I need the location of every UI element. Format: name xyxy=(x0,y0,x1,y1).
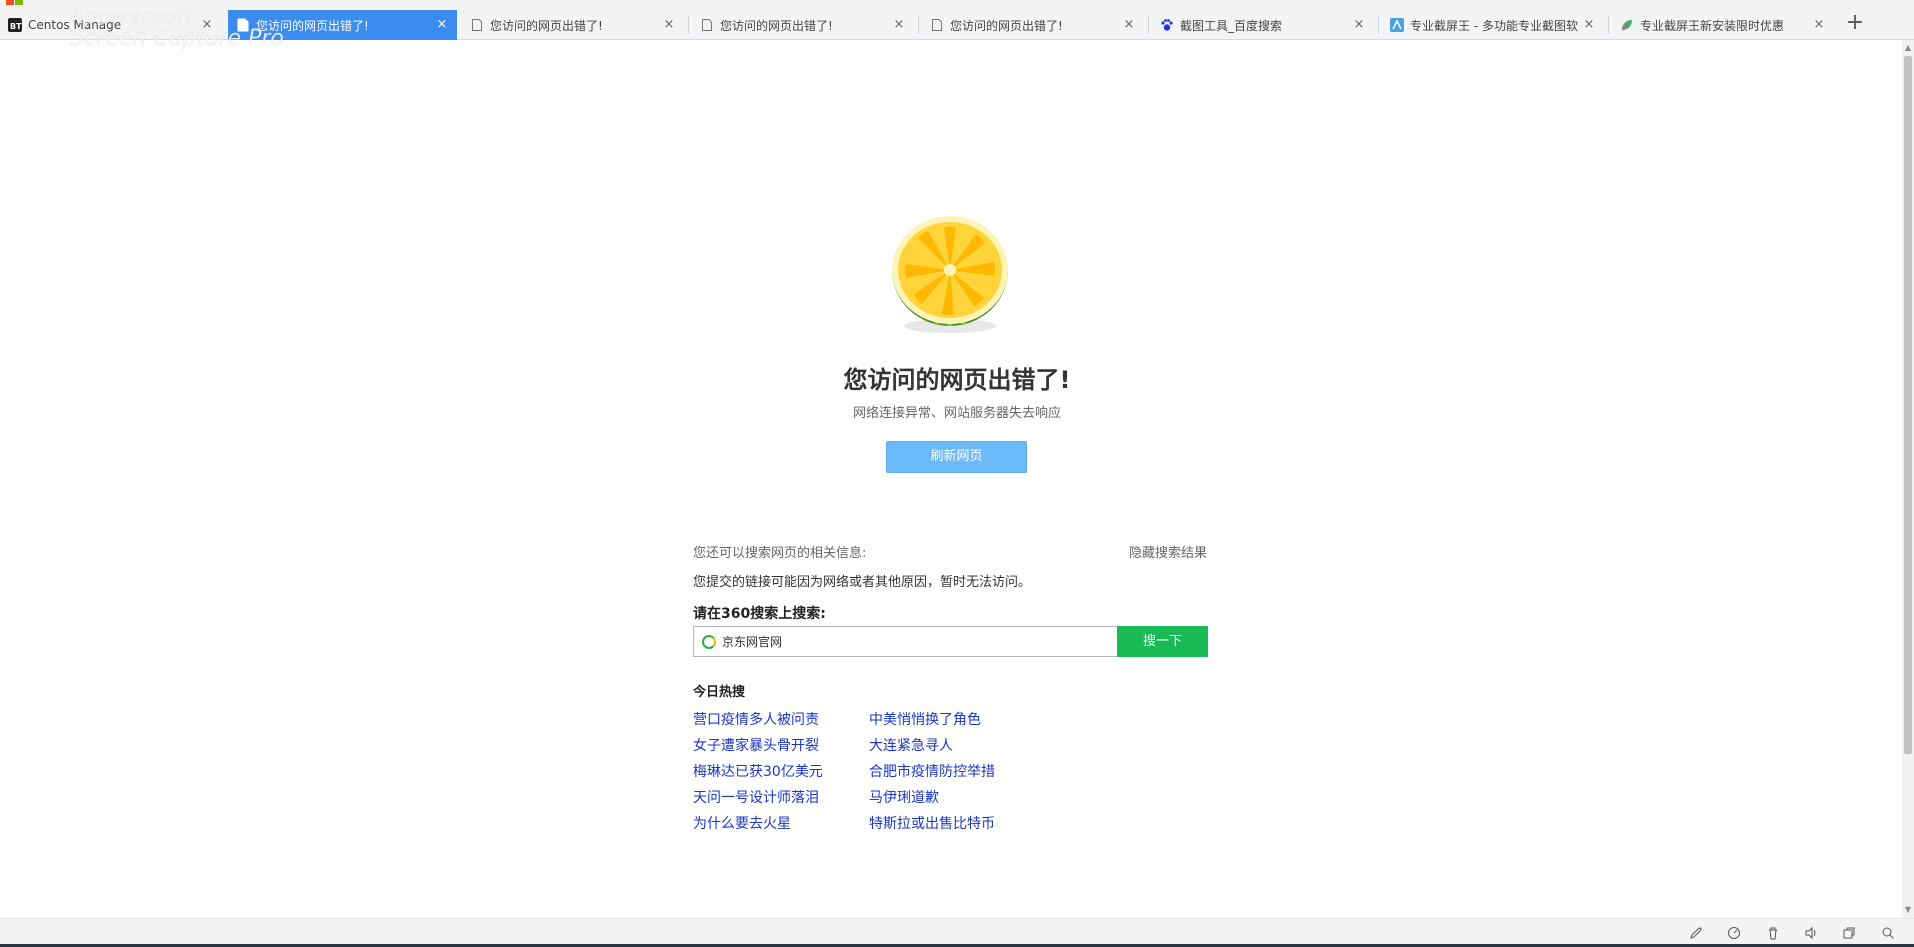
tab-separator xyxy=(688,16,689,34)
search-input[interactable] xyxy=(722,634,1102,649)
tab-separator xyxy=(918,16,919,34)
bt-panel-icon: BT xyxy=(8,18,22,32)
speed-icon[interactable] xyxy=(1726,926,1742,942)
close-tab-icon[interactable]: × xyxy=(1122,18,1136,32)
search-box xyxy=(693,626,1118,657)
volume-icon[interactable] xyxy=(1803,926,1819,942)
search-360-label: 请在360搜索上搜索: xyxy=(693,606,826,622)
page-icon xyxy=(930,18,944,32)
page-icon xyxy=(236,18,250,32)
hide-search-results-link[interactable]: 隐藏搜索结果 xyxy=(1129,542,1207,561)
close-tab-icon[interactable]: × xyxy=(892,18,906,32)
close-tab-icon[interactable]: × xyxy=(1352,18,1366,32)
hot-search-link[interactable]: 天问一号设计师落泪 xyxy=(693,787,823,813)
windows-logo-icon xyxy=(6,0,24,6)
svg-text:BT: BT xyxy=(10,22,22,31)
tab-title: 您访问的网页出错了! xyxy=(950,18,1063,33)
tab-centos-manage[interactable]: BT Centos Manage × xyxy=(0,10,222,40)
error-reason-text: 您提交的链接可能因为网络或者其他原因，暂时无法访问。 xyxy=(693,575,1032,590)
hot-search-link[interactable]: 女子遭家暴头骨开裂 xyxy=(693,735,823,761)
hot-search-link[interactable]: 为什么要去火星 xyxy=(693,813,823,839)
hot-search-column-right: 中美悄悄换了角色 大连紧急寻人 合肥市疫情防控举措 马伊琍道歉 特斯拉或出售比特… xyxy=(869,709,995,839)
lemon-illustration-icon xyxy=(880,212,1020,342)
tab-title: 您访问的网页出错了! xyxy=(256,18,369,33)
tab-title: Centos Manage xyxy=(28,18,122,32)
hot-search-link[interactable]: 合肥市疫情防控举措 xyxy=(869,761,995,787)
close-tab-icon[interactable]: × xyxy=(1812,18,1826,32)
close-tab-icon[interactable]: × xyxy=(1582,18,1596,32)
tab-separator xyxy=(1608,16,1609,34)
refresh-page-button[interactable]: 刷新网页 xyxy=(886,441,1027,473)
scroll-up-arrow-icon[interactable]: ▲ xyxy=(1902,42,1914,54)
status-bar xyxy=(0,918,1914,947)
search-button[interactable]: 搜一下 xyxy=(1117,626,1208,657)
hot-search-link[interactable]: 营口疫情多人被问责 xyxy=(693,709,823,735)
trash-icon[interactable] xyxy=(1765,926,1781,942)
close-tab-icon[interactable]: × xyxy=(200,18,214,32)
error-title: 您访问的网页出错了! xyxy=(843,366,1071,394)
rocket-icon[interactable] xyxy=(1688,926,1704,942)
tab-error-page[interactable]: 您访问的网页出错了! × xyxy=(692,10,914,40)
tab-error-page[interactable]: 您访问的网页出错了! × xyxy=(922,10,1144,40)
tab-title: 您访问的网页出错了! xyxy=(720,18,833,33)
window-icon[interactable] xyxy=(1841,926,1857,942)
tab-screenshot-promo[interactable]: 专业截屏王新安装限时优惠 × xyxy=(1612,10,1834,40)
baidu-paw-icon xyxy=(1160,18,1174,32)
vertical-scrollbar[interactable]: ▲ ▼ xyxy=(1902,40,1914,918)
zoom-icon[interactable] xyxy=(1880,926,1896,942)
screenshot-app-icon xyxy=(1390,18,1404,32)
error-subtitle: 网络连接异常、网站服务器失去响应 xyxy=(852,406,1061,421)
close-tab-icon[interactable]: × xyxy=(662,18,676,32)
new-tab-button[interactable]: + xyxy=(1843,12,1867,36)
hot-search-link[interactable]: 大连紧急寻人 xyxy=(869,735,995,761)
hot-search-link[interactable]: 马伊琍道歉 xyxy=(869,787,995,813)
tab-screenshot-pro[interactable]: 专业截屏王 - 多功能专业截图软 × xyxy=(1382,10,1604,40)
tab-error-page[interactable]: 您访问的网页出错了! × xyxy=(462,10,684,40)
tab-title: 专业截屏王 - 多功能专业截图软 xyxy=(1410,18,1578,33)
tab-title: 您访问的网页出错了! xyxy=(490,18,603,33)
tab-strip: BT Centos Manage × 您访问的网页出错了! × 您访问的网页出错… xyxy=(0,0,1914,50)
search-hint-text: 您还可以搜索网页的相关信息: xyxy=(693,546,867,561)
tab-title: 专业截屏王新安装限时优惠 xyxy=(1640,18,1785,33)
tab-title: 截图工具_百度搜索 xyxy=(1180,18,1283,33)
close-tab-icon[interactable]: × xyxy=(435,18,449,32)
hot-search-link[interactable]: 梅琳达已获30亿美元 xyxy=(693,761,823,787)
hot-search-link[interactable]: 中美悄悄换了角色 xyxy=(869,709,995,735)
hot-search-link[interactable]: 特斯拉或出售比特币 xyxy=(869,813,995,839)
hot-search-title: 今日热搜 xyxy=(693,685,746,700)
tab-separator xyxy=(1378,16,1379,34)
hot-search-column-left: 营口疫情多人被问责 女子遭家暴头骨开裂 梅琳达已获30亿美元 天问一号设计师落泪… xyxy=(693,709,823,839)
scroll-down-arrow-icon[interactable]: ▼ xyxy=(1902,904,1914,916)
page-icon xyxy=(470,18,484,32)
leaf-icon xyxy=(1620,18,1634,32)
tab-error-page-active[interactable]: 您访问的网页出错了! × xyxy=(228,10,457,40)
tab-separator xyxy=(1148,16,1149,34)
360-search-logo-icon xyxy=(702,634,716,649)
tab-baidu-search[interactable]: 截图工具_百度搜索 × xyxy=(1152,10,1374,40)
page-icon xyxy=(700,18,714,32)
